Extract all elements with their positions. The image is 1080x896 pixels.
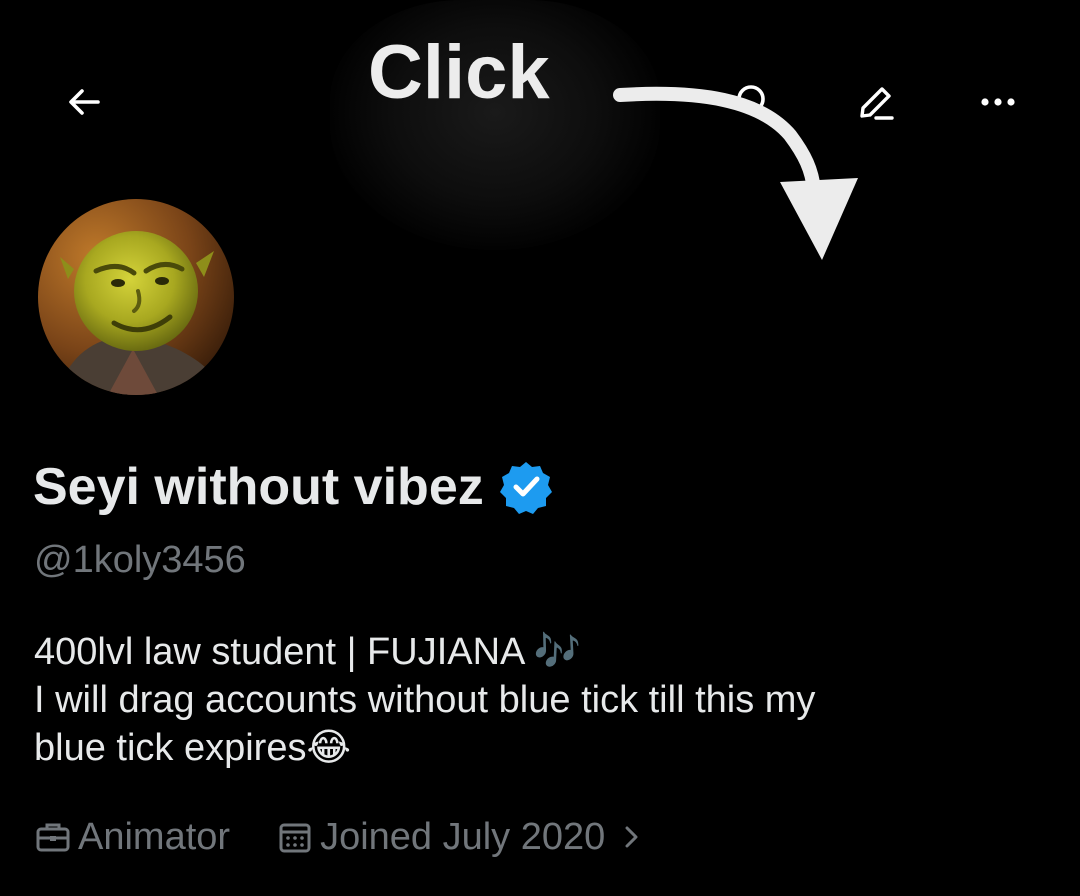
profile-handle: @1koly3456 — [34, 539, 246, 581]
profession-text: Animator — [78, 816, 231, 858]
calendar-icon — [279, 823, 311, 853]
bio-line: blue tick expires😂 — [34, 727, 351, 769]
profession-item: Animator — [34, 812, 230, 862]
profile-bio: 400lvl law student | FUJIANA 🎶 I will dr… — [34, 628, 1044, 772]
profile-avatar[interactable] — [32, 193, 240, 401]
profile-name-row: Seyi without vibez — [33, 455, 554, 519]
search-icon — [737, 85, 772, 120]
shrek-avatar — [38, 199, 234, 395]
pencil-icon — [860, 87, 894, 120]
back-button[interactable] — [54, 72, 114, 132]
search-button[interactable] — [724, 72, 784, 132]
chevron-right-icon — [625, 826, 638, 848]
joined-text: Joined July 2020 — [320, 816, 606, 858]
bio-line: I will drag accounts without blue tick t… — [34, 679, 816, 721]
profile-meta: Animator Joined July 2020 — [34, 812, 647, 862]
briefcase-icon — [36, 823, 70, 852]
more-button[interactable] — [968, 72, 1028, 132]
more-horizontal-icon — [981, 98, 1015, 106]
joined-item[interactable]: Joined July 2020 — [276, 812, 647, 862]
display-name: Seyi without vibez — [33, 458, 484, 516]
bio-line: 400lvl law student | FUJIANA 🎶 — [34, 631, 582, 673]
verified-badge-icon[interactable] — [498, 459, 554, 515]
annotation-label: Click — [368, 30, 550, 115]
arrow-left-icon — [69, 89, 100, 115]
edit-button[interactable] — [846, 72, 906, 132]
